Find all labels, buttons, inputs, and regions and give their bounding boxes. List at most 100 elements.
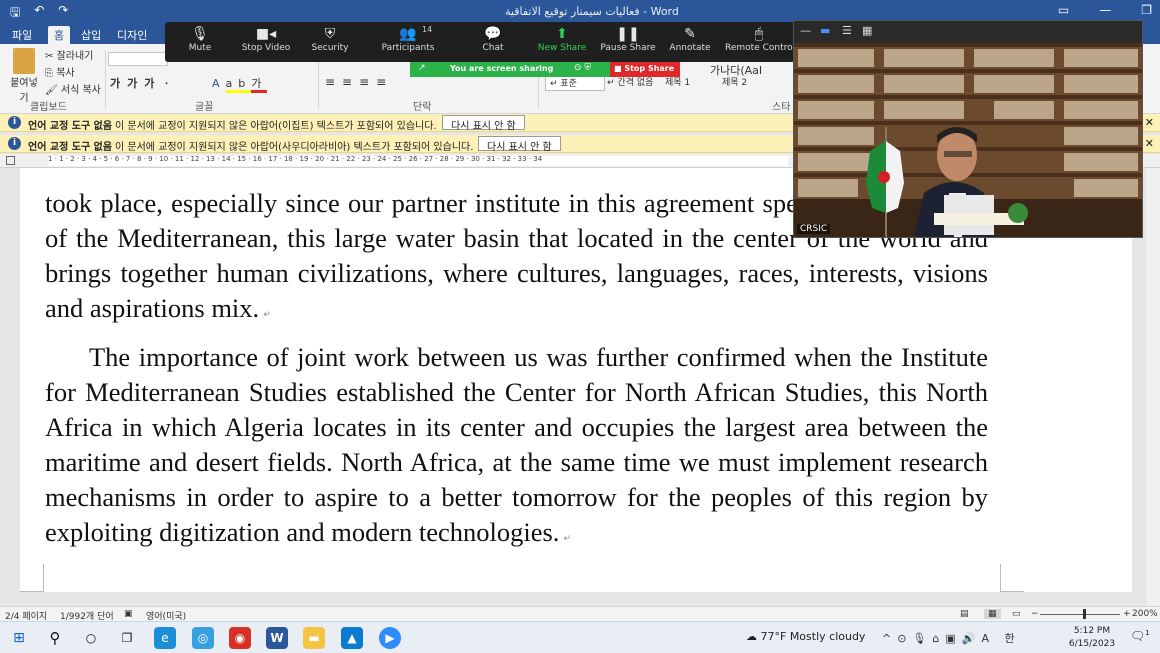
weather-widget[interactable]: ☁ 77°F Mostly cloudy: [746, 630, 865, 643]
minimize-icon[interactable]: —: [1099, 3, 1111, 17]
maximize-icon[interactable]: ❐: [1141, 3, 1152, 17]
page-margin-marker: [20, 564, 44, 592]
search-icon[interactable]: ⚲: [44, 627, 66, 649]
undo-icon[interactable]: ↶: [34, 3, 44, 24]
cut-label: 잘라내기: [56, 51, 94, 62]
minimize-video-icon[interactable]: —: [800, 24, 811, 37]
pause-icon: ❚❚: [616, 26, 640, 42]
stop-video-label: Stop Video: [241, 43, 291, 53]
signal-icon: ⊙ ⛨: [574, 63, 592, 73]
zoom-slider[interactable]: [1040, 614, 1120, 615]
participant-count: 14: [422, 25, 433, 34]
video-panel[interactable]: — ▬ ☰ ▦ CRSIC: [793, 20, 1143, 238]
font-style-buttons[interactable]: 가가가ㆍ: [110, 75, 178, 91]
annotate-label: Annotate: [669, 43, 711, 53]
stop-share-button[interactable]: ■ Stop Share: [610, 62, 680, 77]
tab-design[interactable]: 디자인: [111, 26, 153, 44]
tab-stop-icon[interactable]: [6, 156, 15, 165]
info-icon: i: [8, 137, 21, 150]
styles-group-label: 스타: [772, 102, 791, 113]
chat-button[interactable]: 💬 Chat: [462, 25, 524, 53]
share-status-icon: ↗: [418, 63, 426, 73]
font-name-box[interactable]: [108, 52, 168, 66]
mute-button[interactable]: 🎙 Mute: [169, 25, 231, 53]
pause-share-button[interactable]: ❚❚ Pause Share: [597, 25, 659, 53]
dont-show-again-button[interactable]: 다시 표시 안 함: [442, 115, 525, 132]
alignment-buttons[interactable]: ≡≡≡≡: [325, 75, 393, 89]
proofing-icon[interactable]: ▣: [124, 609, 133, 619]
sharing-status-text: You are screen sharing: [450, 64, 554, 73]
new-share-button[interactable]: ⬆ New Share: [531, 25, 593, 53]
document-title: فعاليات سيمنار توقيع الاتفاقية - Word: [505, 5, 679, 18]
read-mode-icon[interactable]: ▤: [960, 609, 969, 619]
pencil-icon: ✎: [684, 26, 696, 42]
copy-label: 복사: [56, 68, 75, 79]
format-painter-button[interactable]: 🖌 서식 복사: [45, 81, 101, 96]
tab-file[interactable]: 파일: [6, 26, 38, 44]
new-share-label: New Share: [537, 43, 587, 53]
speaker-view-icon[interactable]: ☰: [842, 24, 852, 37]
infobar-title: 언어 교정 도구 없음: [28, 142, 113, 153]
paragraph-mark-icon: ↵: [263, 310, 271, 320]
close-icon[interactable]: ✕: [1145, 137, 1154, 150]
font-group-label: 글꼴: [195, 102, 214, 113]
edge-icon[interactable]: e: [154, 627, 176, 649]
redo-icon[interactable]: ↷: [58, 3, 68, 24]
taskbar: ⊞ ⚲ ○ ❐ e ◎ ◉ W ▬ ▲ ▶ ☁ 77°F Mostly clou…: [0, 621, 1160, 653]
cortana-icon[interactable]: ○: [80, 627, 102, 649]
zoom-slider-thumb[interactable]: [1083, 609, 1086, 619]
participants-label: Participants: [381, 43, 435, 53]
paste-button[interactable]: 붙여넣기: [6, 48, 42, 104]
clipboard-icon: [13, 48, 35, 74]
close-icon[interactable]: ✕: [1145, 116, 1154, 129]
highlight-icon[interactable]: ab: [225, 77, 252, 93]
tab-home[interactable]: 홈: [48, 26, 71, 44]
print-layout-icon[interactable]: ▦: [984, 609, 1001, 619]
divider: [105, 50, 106, 108]
clock[interactable]: 5:12 PM 6/15/2023: [1062, 625, 1122, 651]
copy-button[interactable]: ⎘ 복사: [45, 64, 75, 79]
clock-date: 6/15/2023: [1068, 639, 1116, 649]
participant-video: CRSIC: [794, 43, 1142, 237]
font-color-buttons[interactable]: Aab가: [212, 75, 268, 93]
chrome-icon[interactable]: ◉: [229, 627, 251, 649]
zoom-in-icon[interactable]: +: [1123, 609, 1131, 619]
system-tray[interactable]: ^⊙🎙⌂▣🔊A 한: [882, 630, 1021, 646]
save-icon[interactable]: 🖫: [10, 3, 20, 24]
zoom-level[interactable]: 200%: [1132, 609, 1158, 619]
remote-control-label: Remote Control: [725, 43, 793, 53]
video-frame: [794, 43, 1142, 237]
browser-icon[interactable]: ◎: [192, 627, 214, 649]
gallery-view-icon[interactable]: ▦: [862, 24, 872, 37]
font-color-icon[interactable]: 가: [251, 77, 268, 93]
file-explorer-icon[interactable]: ▬: [303, 627, 325, 649]
task-view-icon[interactable]: ❐: [116, 627, 138, 649]
status-bar: 2/4 페이지 1/992개 단어 ▣ 영어(미국) ▤ ▦ ▭ − + 200…: [0, 606, 1160, 622]
windows-start-icon[interactable]: ⊞: [8, 627, 30, 649]
word-icon[interactable]: W: [266, 627, 288, 649]
annotate-button[interactable]: ✎ Annotate: [659, 25, 721, 53]
cut-button[interactable]: ✂ 잘라내기: [45, 47, 93, 62]
security-button[interactable]: ⛨ Security: [299, 25, 361, 53]
video-camera-icon: ■◂: [255, 26, 277, 42]
vertical-scrollbar[interactable]: [1146, 168, 1160, 606]
web-layout-icon[interactable]: ▭: [1012, 609, 1021, 619]
infobar-message: 이 문서에 교정이 지원되지 않은 아랍어(이집트) 텍스트가 포함되어 있습니…: [115, 121, 437, 132]
video-panel-header: — ▬ ☰ ▦: [794, 21, 1142, 43]
stop-video-button[interactable]: ■◂ Stop Video: [235, 25, 297, 53]
dont-show-again-button[interactable]: 다시 표시 안 함: [478, 136, 561, 153]
ribbon-display-icon[interactable]: ▭: [1058, 3, 1069, 17]
photos-icon[interactable]: ▲: [341, 627, 363, 649]
zoom-app-icon[interactable]: ▶: [379, 627, 401, 649]
style-heading2[interactable]: 제목 2: [722, 75, 747, 88]
pause-share-label: Pause Share: [600, 43, 656, 53]
ime-indicator[interactable]: A 한: [981, 632, 1020, 645]
zoom-out-icon[interactable]: −: [1031, 609, 1039, 619]
tab-insert[interactable]: 삽입: [75, 26, 107, 44]
document-paragraph[interactable]: The importance of joint work between us …: [45, 340, 988, 557]
text-effects-icon[interactable]: A: [212, 77, 226, 90]
single-view-icon[interactable]: ▬: [820, 24, 830, 37]
notification-icon[interactable]: 🗨1: [1130, 629, 1150, 643]
chat-label: Chat: [482, 43, 504, 53]
remote-control-button[interactable]: 🖱 Remote Control: [725, 25, 793, 53]
